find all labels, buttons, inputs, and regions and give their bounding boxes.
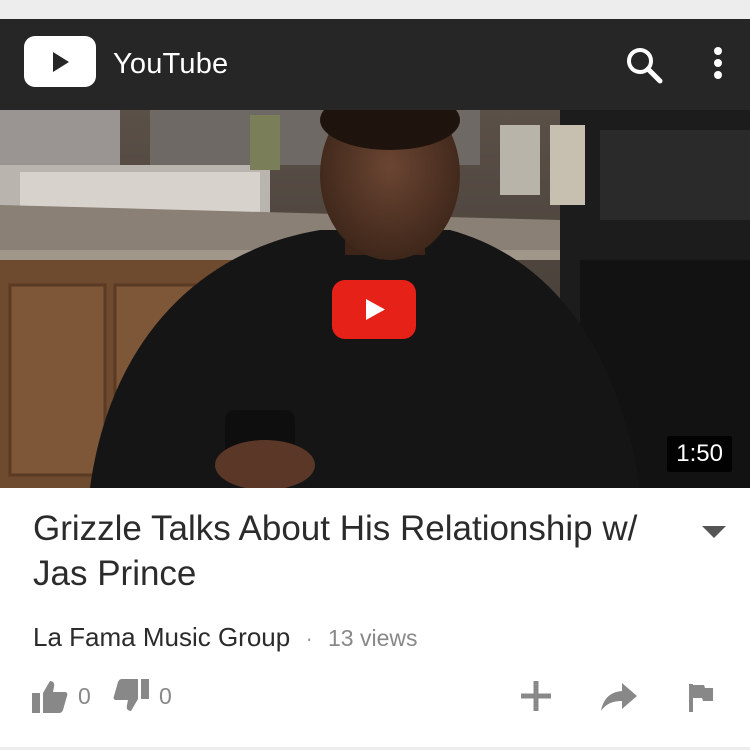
more-vert-icon[interactable] [700, 43, 736, 83]
plus-icon [521, 681, 551, 711]
add-to-button[interactable] [520, 680, 552, 712]
video-thumbnail[interactable]: 1:50 [0, 110, 750, 488]
action-bar: 0 0 [0, 674, 750, 724]
video-meta: La Fama Music Group · 13 views [33, 621, 418, 655]
thumbs-up-icon [32, 681, 68, 713]
report-button[interactable] [688, 684, 714, 712]
like-count: 0 [78, 682, 91, 709]
video-card: YouTube 1:50 Grizzle Talks About His Rel… [0, 19, 750, 747]
meta-separator: · [305, 626, 313, 651]
video-title[interactable]: Grizzle Talks About His Relationship w/ … [33, 506, 663, 596]
dislike-count: 0 [159, 682, 172, 709]
dislike-button[interactable]: 0 [113, 679, 172, 713]
caret-down-icon[interactable] [700, 522, 728, 542]
search-icon[interactable] [624, 45, 664, 85]
share-icon [601, 683, 637, 711]
play-icon [332, 280, 416, 339]
youtube-logo-icon[interactable] [24, 36, 96, 87]
app-title: YouTube [113, 48, 229, 80]
app-header: YouTube [0, 19, 750, 110]
flag-icon [689, 684, 713, 712]
channel-name[interactable]: La Fama Music Group [33, 622, 290, 652]
duration-badge: 1:50 [667, 436, 732, 472]
play-button[interactable] [332, 280, 416, 339]
thumbs-down-icon [113, 679, 149, 711]
like-button[interactable]: 0 [32, 679, 91, 713]
share-button[interactable] [600, 682, 638, 712]
view-count: 13 views [328, 625, 418, 651]
